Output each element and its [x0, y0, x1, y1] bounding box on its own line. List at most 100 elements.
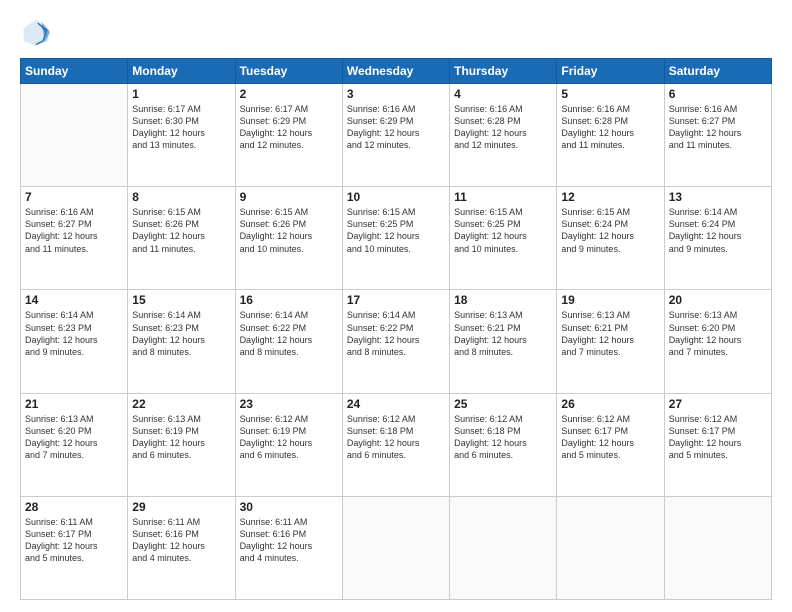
day-number: 14	[25, 293, 123, 307]
day-number: 20	[669, 293, 767, 307]
calendar-cell	[664, 496, 771, 599]
calendar-week-row: 7Sunrise: 6:16 AM Sunset: 6:27 PM Daylig…	[21, 187, 772, 290]
page: SundayMondayTuesdayWednesdayThursdayFrid…	[0, 0, 792, 612]
calendar-cell: 22 Sunrise: 6:13 AM Sunset: 6:19 PM Dayli…	[128, 393, 235, 496]
day-number: 19	[561, 293, 659, 307]
day-number: 9	[240, 190, 338, 204]
calendar-cell: 10 Sunrise: 6:15 AM Sunset: 6:25 PM Dayli…	[342, 187, 449, 290]
calendar-cell: 8 Sunrise: 6:15 AM Sunset: 6:26 PM Daylig…	[128, 187, 235, 290]
day-info: Sunrise: 6:12 AM Sunset: 6:19 PM Dayligh…	[240, 413, 338, 462]
day-number: 15	[132, 293, 230, 307]
day-number: 5	[561, 87, 659, 101]
weekday-header-monday: Monday	[128, 59, 235, 84]
calendar-week-row: 1 Sunrise: 6:17 AM Sunset: 6:30 PM Daylig…	[21, 84, 772, 187]
day-number: 26	[561, 397, 659, 411]
day-info: Sunrise: 6:13 AM Sunset: 6:20 PM Dayligh…	[25, 413, 123, 462]
day-info: Sunrise: 6:11 AM Sunset: 6:17 PM Dayligh…	[25, 516, 123, 565]
calendar-cell: 30 Sunrise: 6:11 AM Sunset: 6:16 PM Dayli…	[235, 496, 342, 599]
day-info: Sunrise: 6:15 AM Sunset: 6:26 PM Dayligh…	[132, 206, 230, 255]
day-number: 30	[240, 500, 338, 514]
day-info: Sunrise: 6:11 AM Sunset: 6:16 PM Dayligh…	[240, 516, 338, 565]
calendar-cell: 29Sunrise: 6:11 AM Sunset: 6:16 PM Dayli…	[128, 496, 235, 599]
day-number: 6	[669, 87, 767, 101]
day-info: Sunrise: 6:15 AM Sunset: 6:25 PM Dayligh…	[347, 206, 445, 255]
day-number: 1	[132, 87, 230, 101]
day-info: Sunrise: 6:16 AM Sunset: 6:28 PM Dayligh…	[454, 103, 552, 152]
day-number: 17	[347, 293, 445, 307]
day-info: Sunrise: 6:12 AM Sunset: 6:17 PM Dayligh…	[669, 413, 767, 462]
calendar-cell: 13 Sunrise: 6:14 AM Sunset: 6:24 PM Dayli…	[664, 187, 771, 290]
calendar-cell: 25 Sunrise: 6:12 AM Sunset: 6:18 PM Dayli…	[450, 393, 557, 496]
calendar-cell: 20 Sunrise: 6:13 AM Sunset: 6:20 PM Dayli…	[664, 290, 771, 393]
weekday-header-thursday: Thursday	[450, 59, 557, 84]
calendar-cell: 7Sunrise: 6:16 AM Sunset: 6:27 PM Daylig…	[21, 187, 128, 290]
day-number: 18	[454, 293, 552, 307]
calendar-cell	[450, 496, 557, 599]
day-number: 28	[25, 500, 123, 514]
calendar-cell: 24 Sunrise: 6:12 AM Sunset: 6:18 PM Dayli…	[342, 393, 449, 496]
day-info: Sunrise: 6:14 AM Sunset: 6:22 PM Dayligh…	[347, 309, 445, 358]
day-info: Sunrise: 6:11 AM Sunset: 6:16 PM Dayligh…	[132, 516, 230, 565]
day-number: 3	[347, 87, 445, 101]
weekday-header-row: SundayMondayTuesdayWednesdayThursdayFrid…	[21, 59, 772, 84]
weekday-header-saturday: Saturday	[664, 59, 771, 84]
day-number: 8	[132, 190, 230, 204]
day-info: Sunrise: 6:16 AM Sunset: 6:27 PM Dayligh…	[669, 103, 767, 152]
day-number: 2	[240, 87, 338, 101]
day-number: 21	[25, 397, 123, 411]
weekday-header-wednesday: Wednesday	[342, 59, 449, 84]
calendar-cell: 6 Sunrise: 6:16 AM Sunset: 6:27 PM Daylig…	[664, 84, 771, 187]
day-number: 25	[454, 397, 552, 411]
day-info: Sunrise: 6:16 AM Sunset: 6:29 PM Dayligh…	[347, 103, 445, 152]
calendar-cell: 5 Sunrise: 6:16 AM Sunset: 6:28 PM Daylig…	[557, 84, 664, 187]
calendar-cell: 1 Sunrise: 6:17 AM Sunset: 6:30 PM Daylig…	[128, 84, 235, 187]
day-number: 23	[240, 397, 338, 411]
calendar-cell: 23 Sunrise: 6:12 AM Sunset: 6:19 PM Dayli…	[235, 393, 342, 496]
day-number: 13	[669, 190, 767, 204]
day-info: Sunrise: 6:15 AM Sunset: 6:24 PM Dayligh…	[561, 206, 659, 255]
day-info: Sunrise: 6:14 AM Sunset: 6:23 PM Dayligh…	[132, 309, 230, 358]
day-number: 4	[454, 87, 552, 101]
day-info: Sunrise: 6:16 AM Sunset: 6:28 PM Dayligh…	[561, 103, 659, 152]
weekday-header-sunday: Sunday	[21, 59, 128, 84]
calendar-cell: 2 Sunrise: 6:17 AM Sunset: 6:29 PM Daylig…	[235, 84, 342, 187]
day-info: Sunrise: 6:14 AM Sunset: 6:24 PM Dayligh…	[669, 206, 767, 255]
day-info: Sunrise: 6:13 AM Sunset: 6:19 PM Dayligh…	[132, 413, 230, 462]
day-info: Sunrise: 6:17 AM Sunset: 6:29 PM Dayligh…	[240, 103, 338, 152]
calendar-week-row: 21 Sunrise: 6:13 AM Sunset: 6:20 PM Dayli…	[21, 393, 772, 496]
day-number: 22	[132, 397, 230, 411]
day-number: 16	[240, 293, 338, 307]
day-info: Sunrise: 6:15 AM Sunset: 6:26 PM Dayligh…	[240, 206, 338, 255]
calendar-cell: 15 Sunrise: 6:14 AM Sunset: 6:23 PM Dayli…	[128, 290, 235, 393]
day-info: Sunrise: 6:13 AM Sunset: 6:21 PM Dayligh…	[561, 309, 659, 358]
day-number: 24	[347, 397, 445, 411]
calendar-cell: 11Sunrise: 6:15 AM Sunset: 6:25 PM Dayli…	[450, 187, 557, 290]
calendar-cell: 3 Sunrise: 6:16 AM Sunset: 6:29 PM Daylig…	[342, 84, 449, 187]
calendar-cell	[342, 496, 449, 599]
day-number: 10	[347, 190, 445, 204]
day-info: Sunrise: 6:12 AM Sunset: 6:18 PM Dayligh…	[454, 413, 552, 462]
day-number: 27	[669, 397, 767, 411]
day-info: Sunrise: 6:12 AM Sunset: 6:18 PM Dayligh…	[347, 413, 445, 462]
calendar-cell: 26 Sunrise: 6:12 AM Sunset: 6:17 PM Dayli…	[557, 393, 664, 496]
day-info: Sunrise: 6:13 AM Sunset: 6:21 PM Dayligh…	[454, 309, 552, 358]
day-info: Sunrise: 6:14 AM Sunset: 6:23 PM Dayligh…	[25, 309, 123, 358]
logo-icon	[20, 16, 52, 48]
calendar-table: SundayMondayTuesdayWednesdayThursdayFrid…	[20, 58, 772, 600]
logo	[20, 16, 56, 48]
weekday-header-tuesday: Tuesday	[235, 59, 342, 84]
calendar-cell: 12Sunrise: 6:15 AM Sunset: 6:24 PM Dayli…	[557, 187, 664, 290]
weekday-header-friday: Friday	[557, 59, 664, 84]
day-info: Sunrise: 6:17 AM Sunset: 6:30 PM Dayligh…	[132, 103, 230, 152]
calendar-cell: 4 Sunrise: 6:16 AM Sunset: 6:28 PM Daylig…	[450, 84, 557, 187]
calendar-cell: 27 Sunrise: 6:12 AM Sunset: 6:17 PM Dayli…	[664, 393, 771, 496]
day-number: 11	[454, 190, 552, 204]
day-info: Sunrise: 6:12 AM Sunset: 6:17 PM Dayligh…	[561, 413, 659, 462]
calendar-cell: 14 Sunrise: 6:14 AM Sunset: 6:23 PM Dayli…	[21, 290, 128, 393]
calendar-week-row: 14 Sunrise: 6:14 AM Sunset: 6:23 PM Dayli…	[21, 290, 772, 393]
calendar-cell: 17 Sunrise: 6:14 AM Sunset: 6:22 PM Dayli…	[342, 290, 449, 393]
day-number: 7	[25, 190, 123, 204]
calendar-week-row: 28 Sunrise: 6:11 AM Sunset: 6:17 PM Dayli…	[21, 496, 772, 599]
calendar-cell: 19 Sunrise: 6:13 AM Sunset: 6:21 PM Dayli…	[557, 290, 664, 393]
day-info: Sunrise: 6:13 AM Sunset: 6:20 PM Dayligh…	[669, 309, 767, 358]
